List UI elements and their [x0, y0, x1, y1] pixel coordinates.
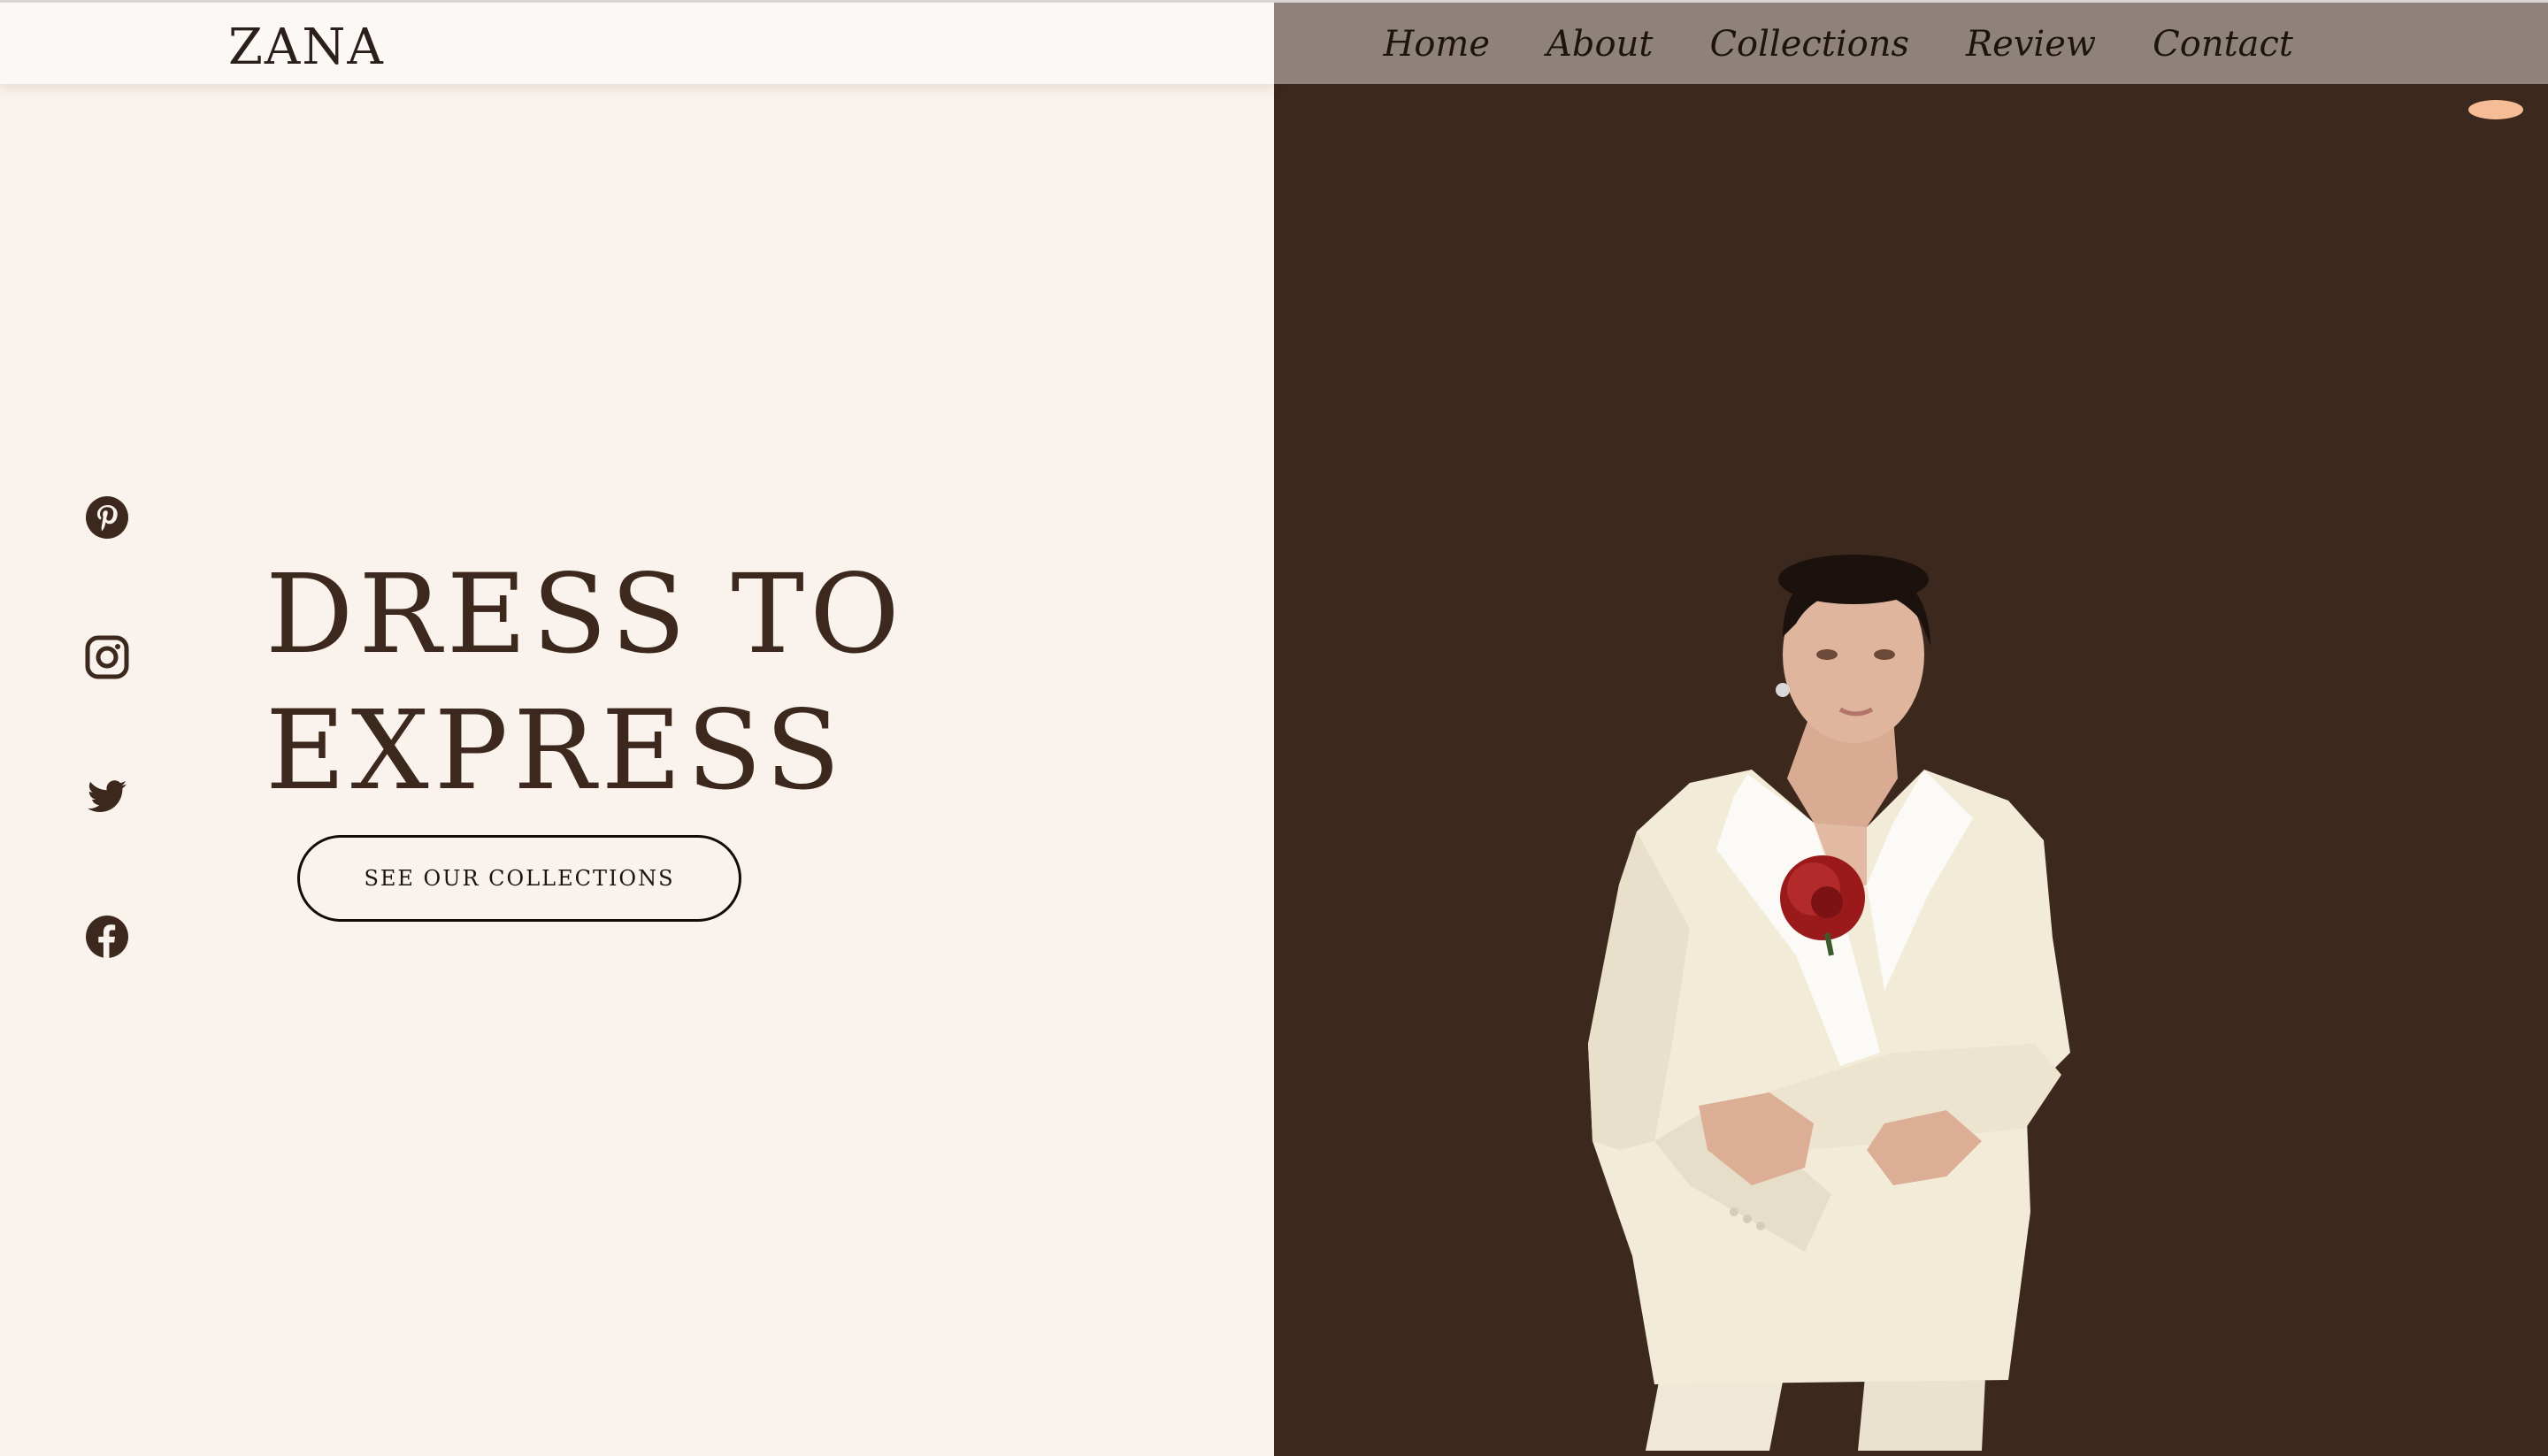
- hero-title-line-2: EXPRESS: [265, 687, 846, 815]
- hero-title: DRESS TO EXPRESS: [265, 547, 1062, 819]
- header-left: ZANA: [0, 3, 1274, 84]
- main-nav: Home About Collections Review Contact: [1383, 17, 2293, 72]
- model-photo: [1588, 555, 2070, 1451]
- nav-about[interactable]: About: [1546, 17, 1653, 72]
- accent-dot: [2468, 100, 2523, 119]
- twitter-link[interactable]: [83, 773, 131, 821]
- nav-review[interactable]: Review: [1966, 17, 2096, 72]
- top-border: [0, 0, 2548, 3]
- nav-home[interactable]: Home: [1383, 17, 1490, 72]
- pinterest-icon: [86, 496, 128, 539]
- nav-collections[interactable]: Collections: [1709, 17, 1909, 72]
- hero-right-panel: [1274, 0, 2548, 1456]
- header-right: Home About Collections Review Contact: [1274, 3, 2548, 84]
- nav-contact[interactable]: Contact: [2153, 17, 2293, 72]
- twitter-icon: [88, 780, 127, 812]
- facebook-link[interactable]: [83, 913, 131, 961]
- hero-title-line-1: DRESS TO: [265, 551, 905, 678]
- hero-left-panel: DRESS TO EXPRESS SEE OUR COLLECTIONS: [0, 0, 1274, 1456]
- instagram-link[interactable]: [83, 633, 131, 681]
- instagram-icon: [85, 635, 129, 679]
- see-collections-button[interactable]: SEE OUR COLLECTIONS: [297, 835, 741, 922]
- landing-page: DRESS TO EXPRESS SEE OUR COLLECTIONS ZAN…: [0, 0, 2548, 1456]
- logo[interactable]: ZANA: [228, 17, 385, 79]
- pinterest-link[interactable]: [83, 494, 131, 541]
- facebook-icon: [86, 916, 128, 958]
